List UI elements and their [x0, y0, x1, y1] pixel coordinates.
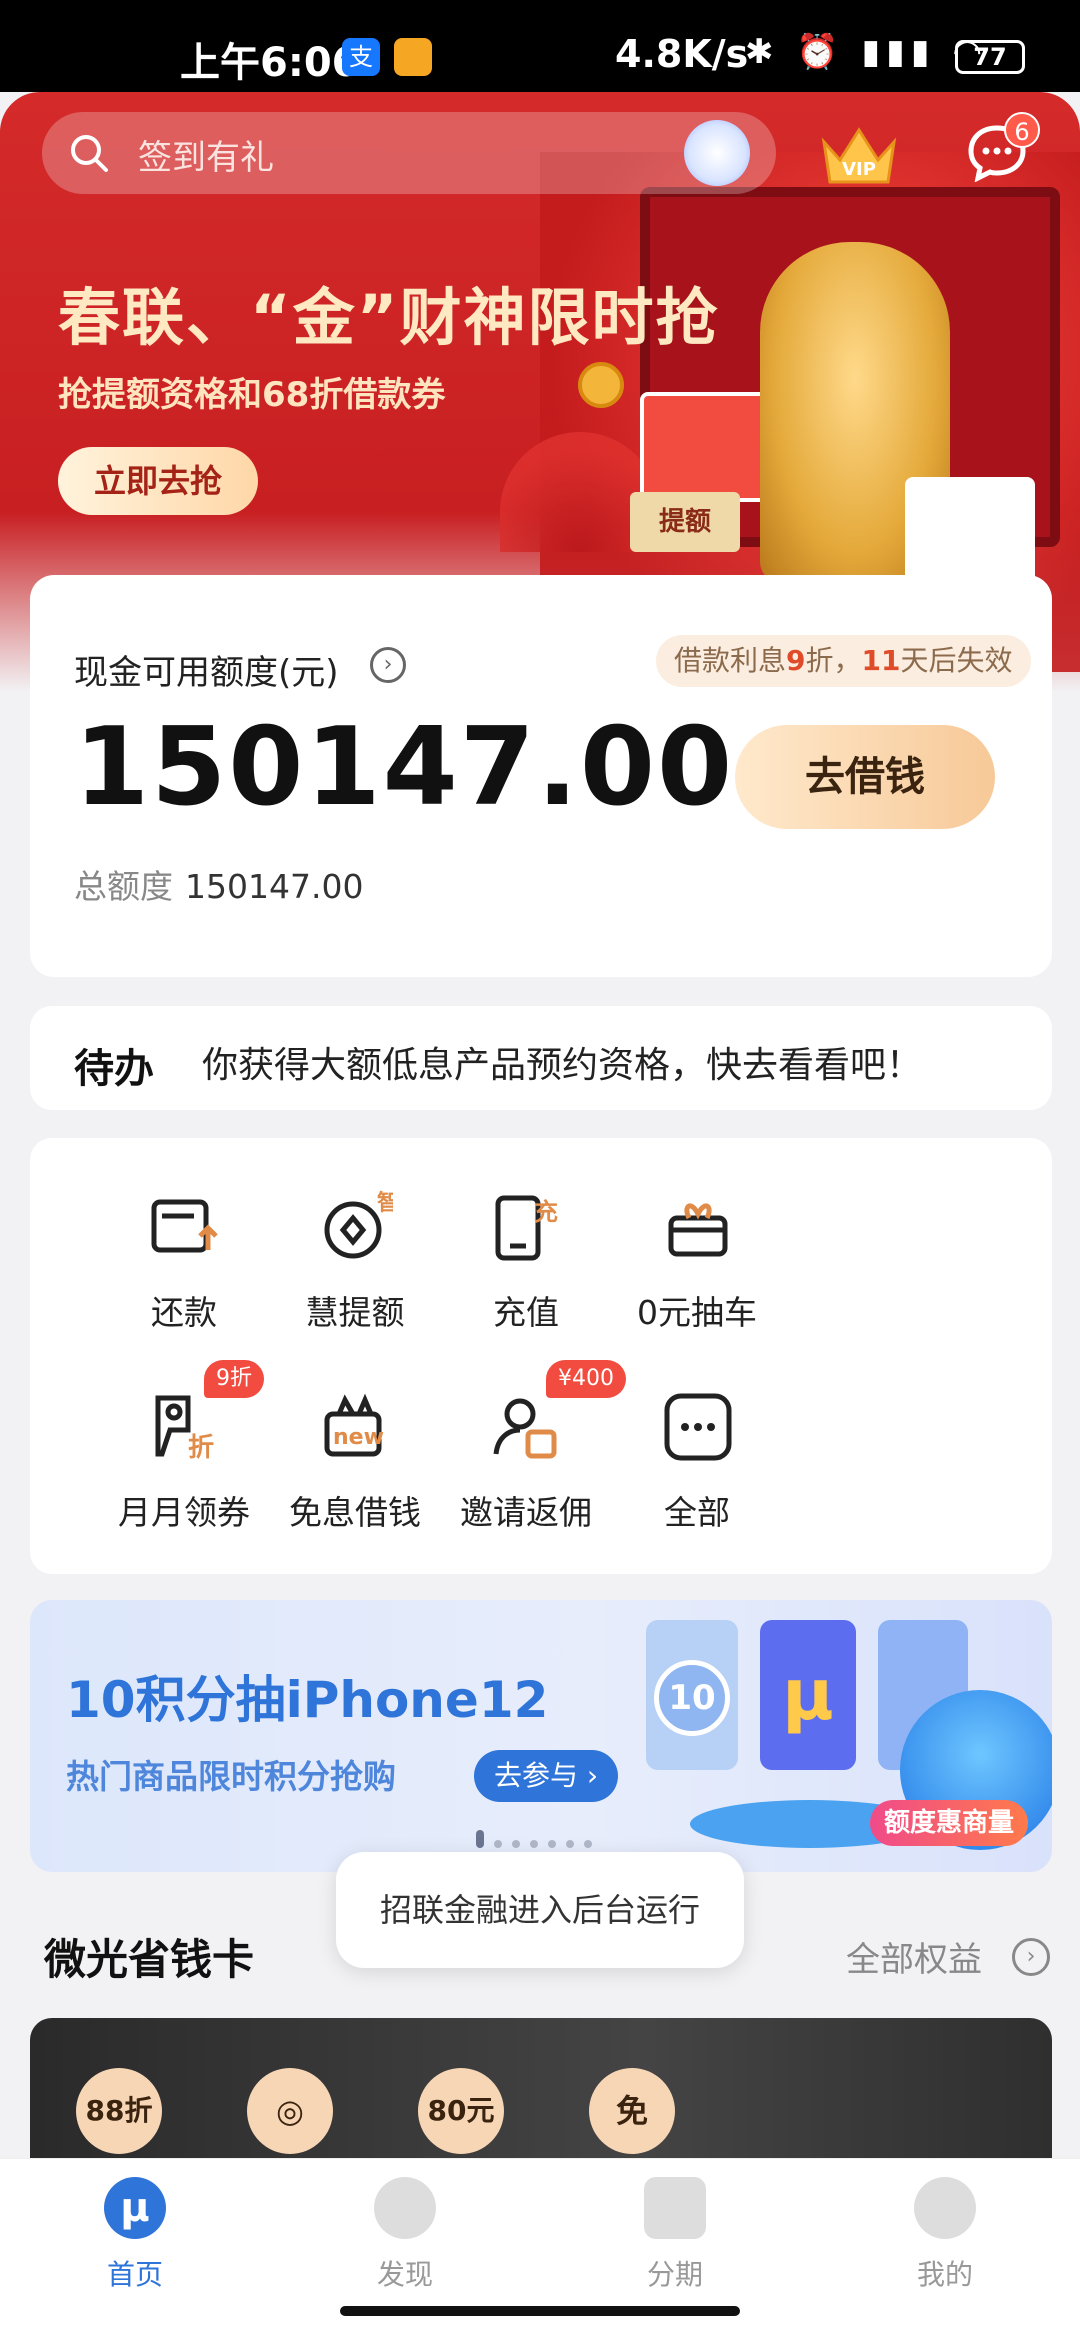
credit-negotiation-badge[interactable]: 额度惠商量: [870, 1800, 1029, 1846]
free-icon[interactable]: 免: [589, 2068, 675, 2154]
network-speed: 4.8K/s: [615, 32, 749, 76]
mu-card-illustration: μ: [760, 1620, 856, 1770]
service-label: 邀请返佣: [460, 1493, 592, 1532]
service-invite[interactable]: ¥400 邀请返佣: [426, 1360, 626, 1550]
search-placeholder: 签到有礼: [138, 138, 274, 178]
credit-card: 现金可用额度(元) › 借款利息9折，11天后失效 150147.00 总额度 1…: [30, 575, 1052, 977]
coupon-80-icon[interactable]: 80元: [418, 2068, 504, 2154]
discover-icon: [374, 2177, 436, 2239]
service-label: 还款: [151, 1293, 217, 1332]
service-monthly-coupon[interactable]: 9折 折 月月领券: [84, 1360, 284, 1550]
promo-discount: 9: [786, 644, 806, 677]
total-credit: 总额度 150147.00: [74, 860, 363, 908]
nav-home[interactable]: μ 首页: [60, 2177, 210, 2291]
chevron-right-icon[interactable]: ›: [370, 647, 406, 683]
nav-discover[interactable]: 发现: [330, 2177, 480, 2291]
coin-icon: [578, 362, 624, 408]
interest-free-icon: new: [324, 1393, 384, 1457]
services-grid: 还款 智 慧提额 充 充值 0元抽车 9折 折 月月领券 new 免息借钱 ¥4…: [30, 1138, 1052, 1574]
promo-tag: 借款利息9折，11天后失效: [656, 635, 1031, 687]
banner-headline: 春联、“金”财神限时抢: [58, 281, 720, 354]
nav-label: 首页: [106, 2258, 163, 2291]
savings-card[interactable]: 88折 ◎ 80元 免: [30, 2018, 1052, 2158]
service-label: 月月领券: [118, 1493, 250, 1532]
service-recharge[interactable]: 充 充值: [426, 1190, 626, 1350]
nav-label: 分期: [646, 2258, 703, 2291]
more-icon: [664, 1393, 732, 1461]
svg-text:折: 折: [188, 1433, 214, 1463]
recharge-icon: 充: [495, 1195, 558, 1261]
repay-icon: [151, 1199, 218, 1253]
total-label: 总额度: [74, 867, 173, 906]
service-label: 慧提额: [305, 1293, 405, 1332]
service-all[interactable]: 全部: [597, 1390, 797, 1550]
grab-now-button[interactable]: 立即去抢: [58, 447, 258, 515]
todo-label: 待办: [74, 1046, 154, 1092]
cashback-icon[interactable]: ◎: [247, 2068, 333, 2154]
coupon-icon: 折: [155, 1395, 214, 1463]
service-smart-raise[interactable]: 智 慧提额: [255, 1190, 455, 1350]
total-value: 150147.00: [185, 867, 364, 906]
promo-days: 11: [861, 644, 901, 677]
nav-label: 发现: [376, 2258, 433, 2291]
all-benefits-link[interactable]: 全部权益: [846, 1932, 982, 1981]
promo-text: 折，: [805, 644, 862, 677]
service-repay[interactable]: 还款: [84, 1190, 284, 1350]
raise-tag: 提额: [630, 492, 740, 552]
service-interest-free[interactable]: new 免息借钱: [255, 1390, 455, 1550]
status-icons: ✱ ⏰ ▮▮▮ ◠: [745, 32, 989, 72]
promo-subtitle: 热门商品限时积分抢购: [66, 1757, 396, 1796]
vip-label: VIP: [842, 159, 876, 180]
vip-crown-icon[interactable]: VIP: [818, 120, 900, 190]
promo-text: 天后失效: [900, 644, 1013, 677]
home-indicator[interactable]: [340, 2306, 740, 2316]
carousel-indicator: [476, 1830, 626, 1848]
points-number: 10: [654, 1660, 730, 1736]
search-icon: [71, 135, 108, 172]
promo-title: 10积分抽iPhone12: [66, 1671, 549, 1729]
available-amount: 150147.00: [74, 705, 735, 830]
available-credit-label: 现金可用额度(元): [74, 653, 339, 693]
borrow-button[interactable]: 去借钱: [735, 725, 995, 829]
service-label: 全部: [664, 1493, 730, 1532]
service-label: 充值: [493, 1293, 559, 1332]
points-card-illustration: 10: [646, 1620, 738, 1770]
banner-subline: 抢提额资格和68折借款券: [58, 375, 446, 415]
points-promo-banner[interactable]: 10积分抽iPhone12 热门商品限时积分抢购 去参与 › 10 μ 额度惠商…: [30, 1600, 1052, 1872]
todo-text: 你获得大额低息产品预约资格，快去看看吧！: [202, 1045, 923, 1086]
alipay-notification-icon: 支: [342, 38, 380, 76]
home-icon: μ: [104, 2177, 166, 2239]
service-free-car[interactable]: 0元抽车: [597, 1190, 797, 1350]
assistant-robot-icon[interactable]: [684, 120, 750, 186]
shopping-bag-icon: [644, 2177, 706, 2239]
app-notification-icon: [394, 38, 432, 76]
svg-text:充: 充: [534, 1198, 558, 1226]
join-button[interactable]: 去参与 ›: [474, 1750, 619, 1802]
svg-text:new: new: [333, 1425, 384, 1450]
savings-card-title: 微光省钱卡: [44, 1935, 255, 1984]
service-label: 0元抽车: [637, 1293, 757, 1332]
todo-card[interactable]: 待办 你获得大额低息产品预约资格，快去看看吧！: [30, 1006, 1052, 1110]
background-toast: 招联金融进入后台运行: [336, 1852, 744, 1968]
profile-icon: [914, 2177, 976, 2239]
search-bar[interactable]: 签到有礼: [42, 112, 776, 194]
nav-installment[interactable]: 分期: [600, 2177, 750, 2291]
status-time: 上午6:06: [180, 40, 360, 86]
gift-box-illustration: [640, 392, 770, 502]
nav-mine[interactable]: 我的: [870, 2177, 1020, 2291]
status-bar: 上午6:06 支 4.8K/s ✱ ⏰ ▮▮▮ ◠ 77: [0, 0, 1080, 92]
invite-icon: [493, 1398, 557, 1459]
chevron-right-icon[interactable]: ›: [1012, 1938, 1050, 1976]
gift-icon: [668, 1203, 728, 1257]
smart-raise-icon: 智: [324, 1190, 393, 1259]
discount-88-icon[interactable]: 88折: [76, 2068, 162, 2154]
message-badge: 6: [1004, 112, 1040, 148]
promo-text: 借款利息: [674, 644, 787, 677]
svg-text:智: 智: [377, 1190, 393, 1216]
nav-label: 我的: [916, 2258, 973, 2291]
service-label: 免息借钱: [289, 1493, 421, 1532]
battery-icon: 77: [955, 40, 1025, 74]
